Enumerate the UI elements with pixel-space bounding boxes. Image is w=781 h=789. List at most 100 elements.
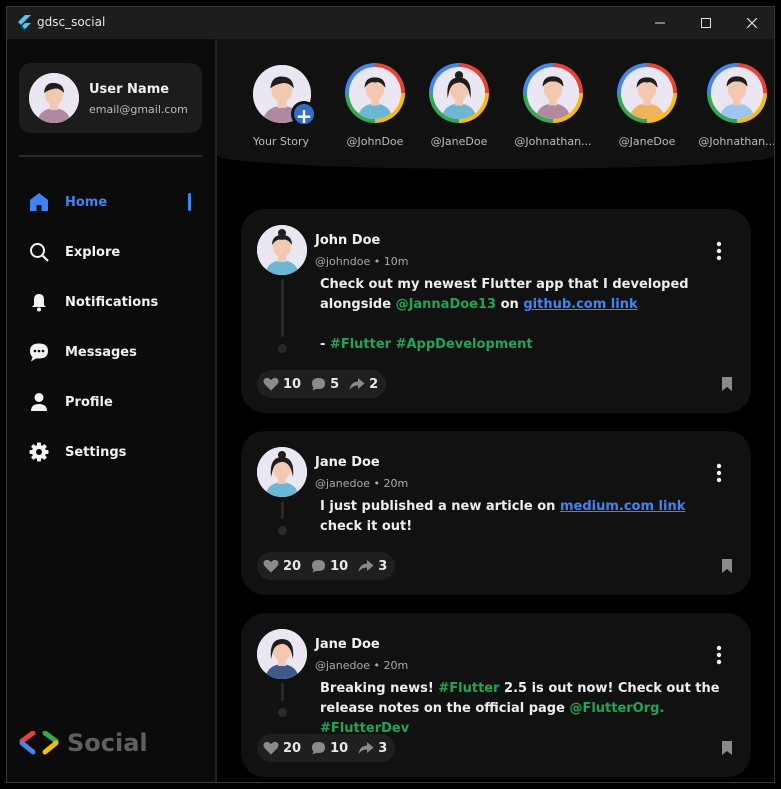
share-count: 2: [369, 376, 379, 392]
user-profile-card[interactable]: User Name email@gmail.com: [19, 63, 202, 133]
user-name: User Name: [89, 82, 170, 97]
heart-icon: [263, 559, 279, 573]
bookmark-icon[interactable]: [721, 741, 733, 755]
sidebar: User Name email@gmail.com Home Explore N…: [7, 39, 217, 782]
post-text: I just published a new article on medium…: [320, 499, 686, 534]
chat-bubble-icon: [27, 340, 51, 364]
post-card: Jane Doe @janedoe • 20m I just published…: [241, 431, 751, 595]
story-item[interactable]: @JohnDoe: [329, 63, 419, 173]
user-avatar: [29, 73, 79, 123]
thread-dot: [278, 708, 287, 717]
post-avatar[interactable]: [257, 225, 307, 275]
story-item[interactable]: @Johnathan...: [507, 63, 597, 173]
share-button[interactable]: 2: [349, 377, 378, 392]
comment-button[interactable]: 10: [311, 741, 348, 756]
sidebar-item-messages[interactable]: Messages: [7, 334, 215, 370]
sidebar-item-settings[interactable]: Settings: [7, 434, 215, 470]
bookmark-icon[interactable]: [721, 377, 733, 391]
post-text: Breaking news! #Flutter 2.5 is out now! …: [320, 681, 720, 736]
sidebar-item-explore[interactable]: Explore: [7, 234, 215, 270]
post-actions: 20 10 3: [257, 734, 396, 762]
thread-dot: [278, 344, 287, 353]
sidebar-item-label: Profile: [65, 394, 113, 410]
comment-icon: [312, 742, 326, 755]
sidebar-item-notifications[interactable]: Notifications: [7, 284, 215, 320]
mention-link[interactable]: @JannaDoe13: [396, 297, 497, 312]
app-window: gdsc_social User Name email@gmail.com Ho…: [6, 6, 775, 783]
github-link[interactable]: github.com link: [523, 297, 637, 312]
maximize-button[interactable]: [683, 7, 729, 39]
post-author-name[interactable]: Jane Doe: [315, 455, 380, 470]
story-your-story[interactable]: + Your Story: [235, 63, 325, 173]
thread-dot: [278, 526, 287, 535]
story-avatar: [621, 67, 673, 119]
search-icon: [27, 240, 51, 264]
story-avatar: [433, 67, 485, 119]
post-card: John Doe @johndoe • 10m Check out my new…: [241, 209, 751, 413]
like-button[interactable]: 10: [263, 377, 301, 392]
flutter-logo-icon: [18, 15, 31, 31]
comment-icon: [312, 560, 326, 573]
sidebar-item-home[interactable]: Home: [7, 184, 215, 220]
hashtag-link[interactable]: #Flutter #AppDevelopment: [330, 337, 533, 352]
close-button[interactable]: [729, 7, 774, 39]
story-avatar: [711, 67, 763, 119]
stories-bar: + Your Story @JohnDoe @JaneDoe @Johnatha…: [217, 39, 774, 169]
post-meta: @janedoe • 20m: [315, 659, 409, 672]
comment-button[interactable]: 5: [311, 377, 339, 392]
story-avatar: [349, 67, 401, 119]
minimize-icon: [655, 22, 665, 24]
title-bar: gdsc_social: [7, 7, 774, 39]
comment-count: 10: [330, 740, 349, 756]
story-label: @JaneDoe: [430, 135, 488, 148]
post-author-name[interactable]: Jane Doe: [315, 637, 380, 652]
medium-link[interactable]: medium.com link: [560, 499, 685, 514]
sidebar-item-label: Explore: [65, 244, 121, 260]
heart-icon: [263, 377, 279, 391]
story-label: @JaneDoe: [618, 135, 676, 148]
maximize-icon: [701, 18, 711, 28]
more-options-icon[interactable]: [713, 241, 725, 261]
sidebar-divider: [19, 155, 202, 157]
story-item[interactable]: @JaneDoe: [413, 63, 503, 173]
add-story-button[interactable]: +: [291, 101, 317, 128]
like-button[interactable]: 20: [263, 559, 301, 574]
sidebar-item-profile[interactable]: Profile: [7, 384, 215, 420]
like-button[interactable]: 20: [263, 741, 301, 756]
story-ring: [707, 63, 767, 123]
user-email: email@gmail.com: [89, 103, 188, 116]
minimize-button[interactable]: [637, 7, 683, 39]
more-options-icon[interactable]: [713, 463, 725, 483]
gear-icon: [27, 440, 51, 464]
thread-line: [281, 279, 284, 337]
story-label: @Johnathan...: [514, 135, 592, 148]
window-title: gdsc_social: [37, 15, 106, 29]
more-options-icon[interactable]: [713, 645, 725, 665]
story-item[interactable]: @JaneDoe: [601, 63, 691, 173]
hashtag-link[interactable]: #Flutter: [438, 681, 499, 696]
story-ring: [617, 63, 677, 123]
story-ring: [429, 63, 489, 123]
share-icon: [358, 742, 374, 754]
main-feed: + Your Story @JohnDoe @JaneDoe @Johnatha…: [217, 39, 774, 782]
close-icon: [747, 18, 757, 28]
story-item[interactable]: @Johnathan...: [691, 63, 775, 173]
sidebar-item-label: Settings: [65, 444, 127, 460]
comment-count: 5: [330, 376, 340, 392]
comment-button[interactable]: 10: [311, 559, 348, 574]
story-label: @Johnathan...: [698, 135, 775, 148]
share-button[interactable]: 3: [358, 741, 387, 756]
sidebar-item-label: Home: [65, 194, 108, 210]
post-avatar[interactable]: [257, 629, 307, 679]
post-author-name[interactable]: John Doe: [315, 233, 380, 248]
share-count: 3: [378, 740, 388, 756]
story-ring: [345, 63, 405, 123]
bell-icon: [27, 290, 51, 314]
story-label: @JohnDoe: [346, 135, 404, 148]
story-avatar: [527, 67, 579, 119]
post-avatar[interactable]: [257, 447, 307, 497]
share-button[interactable]: 3: [358, 559, 387, 574]
share-icon: [349, 378, 365, 390]
bookmark-icon[interactable]: [721, 559, 733, 573]
brand-logo: Social: [19, 729, 148, 757]
